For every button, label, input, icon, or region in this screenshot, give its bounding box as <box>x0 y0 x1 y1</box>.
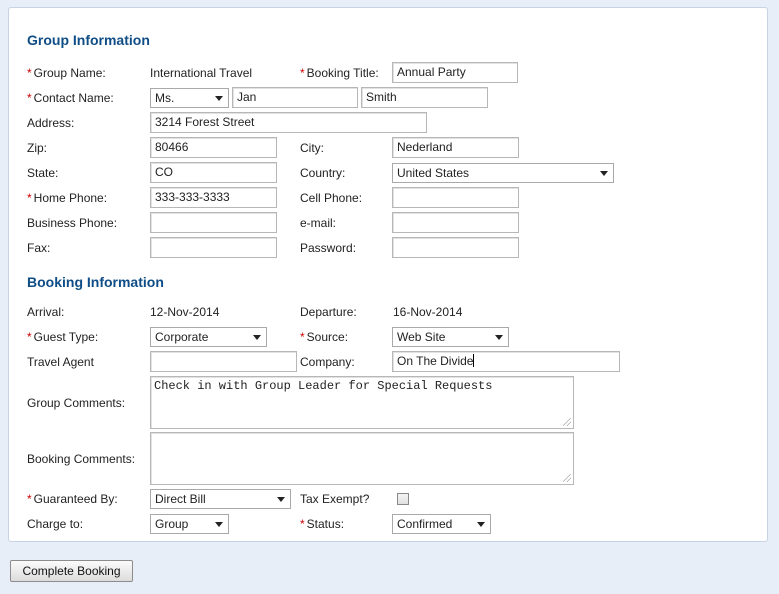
tax-exempt-label: Tax Exempt? <box>300 492 370 506</box>
chevron-down-icon <box>495 335 503 340</box>
business-phone-label: Business Phone: <box>27 216 118 230</box>
city-input[interactable]: Nederland <box>392 137 519 158</box>
booking-title-label: Booking Title: <box>300 65 379 81</box>
email-input[interactable] <box>392 212 519 233</box>
guest-type-label: Guest Type: <box>27 329 98 345</box>
salutation-value: Ms. <box>155 91 175 105</box>
email-label: e-mail: <box>300 216 337 230</box>
booking-comments-label: Booking Comments: <box>27 452 136 466</box>
cell-phone-input[interactable] <box>392 187 519 208</box>
arrival-label: Arrival: <box>27 305 65 319</box>
guaranteed-by-value: Direct Bill <box>155 492 206 506</box>
chevron-down-icon <box>477 522 485 527</box>
guest-type-select[interactable]: Corporate <box>150 327 267 347</box>
address-input[interactable]: 3214 Forest Street <box>150 112 427 133</box>
company-label: Company: <box>300 355 355 369</box>
chevron-down-icon <box>277 497 285 502</box>
departure-value: 16-Nov-2014 <box>393 305 463 319</box>
group-comments-value: Check in with Group Leader for Special R… <box>154 379 493 393</box>
country-select[interactable]: United States <box>392 163 614 183</box>
departure-label: Departure: <box>300 305 357 319</box>
group-name-value: International Travel <box>150 66 253 80</box>
company-value: On The Divide <box>397 354 474 368</box>
country-value: United States <box>397 166 470 180</box>
source-select[interactable]: Web Site <box>392 327 509 347</box>
status-label: Status: <box>300 516 344 532</box>
business-phone-input[interactable] <box>150 212 277 233</box>
guaranteed-by-label: Guaranteed By: <box>27 491 118 507</box>
group-information-heading: Group Information <box>27 32 150 48</box>
resize-grip-icon[interactable] <box>563 418 571 426</box>
group-comments-textarea[interactable]: Check in with Group Leader for Special R… <box>150 376 574 429</box>
guaranteed-by-select[interactable]: Direct Bill <box>150 489 291 509</box>
group-name-label: Group Name: <box>27 65 106 81</box>
home-phone-label: Home Phone: <box>27 190 107 206</box>
cell-phone-label: Cell Phone: <box>300 191 363 205</box>
booking-information-heading: Booking Information <box>27 274 164 290</box>
password-input[interactable] <box>392 237 519 258</box>
chevron-down-icon <box>215 96 223 101</box>
state-input[interactable]: CO <box>150 162 277 183</box>
booking-title-input[interactable]: Annual Party <box>392 62 518 83</box>
travel-agent-input[interactable] <box>150 351 297 372</box>
booking-comments-textarea[interactable] <box>150 432 574 485</box>
source-label: Source: <box>300 329 348 345</box>
country-label: Country: <box>300 166 346 180</box>
last-name-input[interactable]: Smith <box>361 87 488 108</box>
booking-form-panel: Group Information Group Name: Internatio… <box>8 7 768 542</box>
status-value: Confirmed <box>397 517 453 531</box>
company-input[interactable]: On The Divide <box>392 351 620 372</box>
chevron-down-icon <box>253 335 261 340</box>
first-name-input[interactable]: Jan <box>232 87 358 108</box>
travel-agent-label: Travel Agent <box>27 355 94 369</box>
status-select[interactable]: Confirmed <box>392 514 491 534</box>
guest-type-value: Corporate <box>155 330 209 344</box>
source-value: Web Site <box>397 330 446 344</box>
text-caret <box>473 354 475 367</box>
state-label: State: <box>27 166 59 180</box>
chevron-down-icon <box>600 171 608 176</box>
contact-name-label: Contact Name: <box>27 90 114 106</box>
chevron-down-icon <box>215 522 223 527</box>
charge-to-label: Charge to: <box>27 517 84 531</box>
charge-to-select[interactable]: Group <box>150 514 229 534</box>
charge-to-value: Group <box>155 517 189 531</box>
password-label: Password: <box>300 241 357 255</box>
zip-input[interactable]: 80466 <box>150 137 277 158</box>
tax-exempt-checkbox[interactable] <box>397 493 409 505</box>
arrival-value: 12-Nov-2014 <box>150 305 220 319</box>
city-label: City: <box>300 141 324 155</box>
group-comments-label: Group Comments: <box>27 396 126 410</box>
salutation-select[interactable]: Ms. <box>150 88 229 108</box>
zip-label: Zip: <box>27 141 48 155</box>
resize-grip-icon[interactable] <box>563 474 571 482</box>
fax-label: Fax: <box>27 241 51 255</box>
address-label: Address: <box>27 116 75 130</box>
fax-input[interactable] <box>150 237 277 258</box>
complete-booking-button[interactable]: Complete Booking <box>10 560 133 582</box>
home-phone-input[interactable]: 333-333-3333 <box>150 187 277 208</box>
